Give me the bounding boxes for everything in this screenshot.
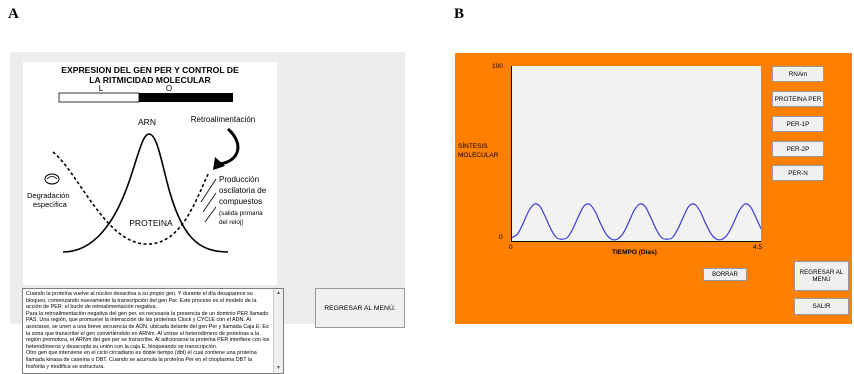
description-line: llamada kinasa de caseína o DBT. Cuando … — [26, 356, 253, 363]
degradation-label-line1: Degradación — [27, 191, 70, 200]
production-label-line2: oscilatoria de — [219, 186, 267, 195]
proteina-per-button[interactable]: PROTEINA PER — [772, 91, 824, 107]
y-tick-top: 100 — [492, 63, 503, 70]
panel-label-a: A — [8, 6, 19, 22]
description-line: PAS. Una región, que promueve la interac… — [26, 317, 251, 324]
output-label-line1: (salida primaria — [219, 210, 263, 217]
description-line: la zona que transcribe el gen convirtién… — [26, 330, 260, 337]
gene-per-diagram: EXPRESION DEL GEN PER Y CONTROL DE LA RI… — [23, 62, 277, 285]
x-tick-left: 0 — [509, 244, 513, 251]
rnam-button[interactable]: RNAm — [772, 66, 824, 82]
exit-button[interactable]: SALIR — [794, 298, 849, 315]
description-line: región promotora, el ARNm del gen per se… — [26, 337, 270, 344]
light-bar — [58, 92, 140, 103]
erase-button[interactable]: BORRAR — [703, 268, 747, 281]
panel-b-window: 100 0 SÍNTESIS MOLECULAR 0 4.5 TIEMPO (D… — [455, 53, 852, 324]
feedback-label: Retroalimentación — [191, 115, 255, 124]
description-textbox[interactable]: Cuando la proteína vuelve al núcleo desa… — [22, 288, 284, 374]
synthesis-plot — [511, 66, 762, 242]
arn-label: ARN — [138, 117, 156, 127]
description-line: bloqueo, comenzando nuevamente la transc… — [26, 297, 257, 304]
production-label-line1: Producción — [219, 175, 259, 184]
diagram-title-line1: EXPRESION DEL GEN PER Y CONTROL DE — [61, 65, 239, 75]
chart-svg — [511, 203, 762, 241]
description-line: Para la retroalimentación negativa del g… — [26, 310, 269, 317]
return-menu-button-b[interactable]: REGRESAR AL MENÚ — [794, 261, 849, 291]
y-tick-bottom: 0 — [499, 234, 503, 241]
description-line: heterodímeros y desacopla su unión con l… — [26, 343, 218, 350]
x-tick-right: 4.5 — [753, 244, 763, 251]
diagram-title-line2: LA RITMICIDAD MOLECULAR — [89, 75, 211, 85]
return-menu-button[interactable]: REGRESAR AL MENÚ. — [315, 288, 405, 328]
description-line: Otro gen que interviene en el ciclo circ… — [26, 350, 257, 357]
y-axis-label-line2: MOLECULAR — [458, 152, 499, 159]
description-line: acción de PER: el bucle de retroalimenta… — [26, 304, 157, 311]
per-2p-button[interactable]: PER-2P — [772, 141, 824, 157]
description-scrollbar[interactable]: ▲ ▼ — [273, 289, 283, 373]
panel-label-b: B — [454, 6, 465, 22]
per-n-button[interactable]: PER-N — [772, 165, 824, 181]
scroll-down-icon[interactable]: ▼ — [274, 364, 283, 373]
light-bar-label: L — [99, 84, 104, 93]
description-line: asociarse, se unen a una breve secuencia… — [26, 323, 269, 330]
output-label-line2: del reloj) — [219, 219, 244, 226]
diagram-svg: EXPRESION DEL GEN PER Y CONTROL DE LA RI… — [27, 65, 267, 253]
x-axis-label: TIEMPO (Días) — [612, 249, 657, 256]
panel-a-window: EXPRESION DEL GEN PER Y CONTROL DE LA RI… — [10, 52, 405, 374]
arn-curve — [62, 133, 229, 253]
production-pointer-3 — [204, 206, 217, 223]
protein-label: PROTEINA — [129, 218, 173, 228]
dark-bar-label: O — [166, 84, 172, 93]
scroll-up-icon[interactable]: ▲ — [274, 289, 283, 298]
per-1p-button[interactable]: PER-1P — [772, 116, 824, 132]
degradation-label-line2: específica — [33, 200, 68, 209]
description-text: Cuando la proteína vuelve al núcleo desa… — [26, 291, 271, 370]
series-line-0 — [511, 203, 762, 241]
production-pointer-1 — [200, 178, 217, 203]
production-label-line3: compuestos — [219, 197, 262, 206]
dark-bar — [139, 93, 233, 102]
description-line: Cuando la proteína vuelve al núcleo desa… — [26, 291, 253, 297]
description-line: fosforila y modifica se estructura. — [26, 363, 105, 370]
y-axis-label-line1: SÍNTESIS — [458, 143, 488, 150]
feedback-arrow-icon — [218, 127, 240, 166]
degradation-icon-detail — [46, 176, 58, 180]
